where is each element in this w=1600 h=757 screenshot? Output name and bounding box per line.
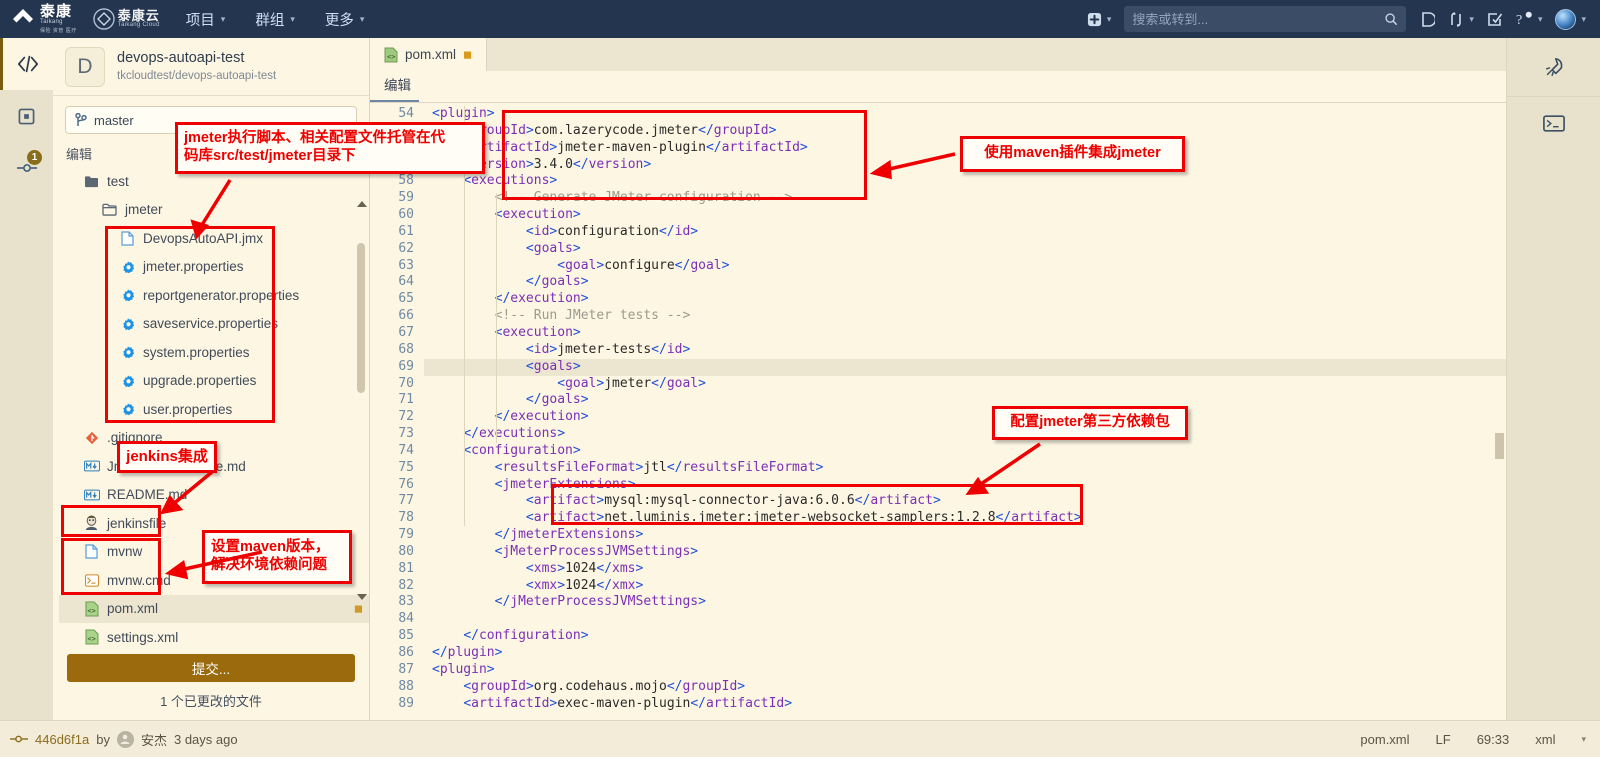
annotation-arrows — [159, 152, 1041, 580]
